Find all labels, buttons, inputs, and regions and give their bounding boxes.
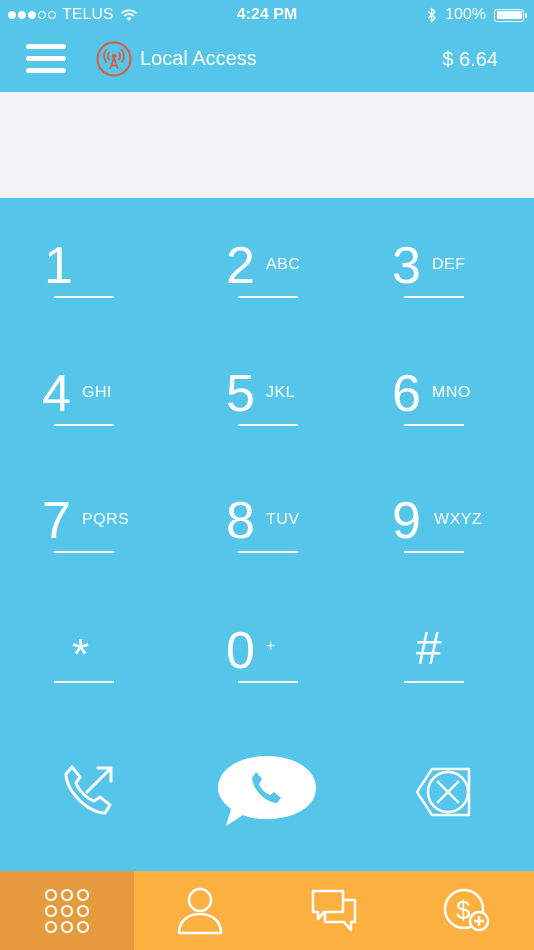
key-8[interactable]: 8 TUV (224, 453, 344, 563)
tab-messages[interactable] (267, 871, 401, 950)
key-letters: PQRS (82, 511, 130, 528)
backspace-icon[interactable] (414, 764, 474, 820)
key-digit: 6 (392, 365, 421, 423)
key-6[interactable]: 6 MNO (390, 326, 510, 436)
key-letters: + (266, 638, 276, 655)
status-bar: TELUS 4:24 PM 100% (0, 0, 534, 30)
key-underline (238, 681, 298, 683)
balance-amount: $ 6.64 (442, 49, 498, 71)
key-underline (54, 424, 114, 426)
key-underline (238, 424, 298, 426)
key-hash[interactable]: # (390, 583, 510, 693)
key-digit: 2 (226, 237, 255, 295)
add-credit-icon: $ (444, 888, 490, 931)
key-5[interactable]: 5 JKL (224, 326, 344, 436)
key-letters: MNO (432, 384, 471, 401)
key-7[interactable]: 7 PQRS (40, 453, 160, 563)
tab-keypad[interactable] (0, 871, 134, 950)
key-letters: ABC (266, 256, 301, 273)
outgoing-call-icon[interactable] (60, 761, 118, 819)
key-9[interactable]: 9 WXYZ (390, 453, 510, 563)
key-letters: WXYZ (434, 511, 483, 528)
key-digit: 9 (392, 492, 421, 550)
status-right: 100% (427, 6, 527, 24)
local-access-button[interactable]: Local Access (96, 41, 257, 77)
broadcast-tower-icon (96, 41, 132, 77)
key-underline (404, 551, 464, 553)
key-digit: 8 (226, 492, 255, 550)
key-underline (404, 681, 464, 683)
key-underline (54, 551, 114, 553)
svg-text:$: $ (456, 895, 471, 925)
key-digit: 1 (44, 237, 73, 295)
key-underline (54, 681, 114, 683)
key-underline (404, 296, 464, 298)
key-letters: DEF (432, 256, 466, 273)
key-underline (404, 424, 464, 426)
key-digit: 0 (226, 622, 255, 680)
key-star[interactable]: * (40, 583, 160, 693)
key-2[interactable]: 2 ABC (224, 198, 344, 308)
battery-icon (494, 8, 527, 22)
messages-icon (311, 889, 356, 931)
key-0[interactable]: 0 + (224, 583, 344, 693)
tab-contacts[interactable] (134, 871, 268, 950)
dial-keypad: 1 2 ABC 3 DEF 4 GHI 5 JKL 6 MNO 7 PQRS 8… (0, 198, 534, 743)
key-digit: 4 (42, 365, 71, 423)
bluetooth-icon (427, 7, 436, 23)
key-3[interactable]: 3 DEF (390, 198, 510, 308)
battery-percent: 100% (445, 6, 486, 23)
key-letters: JKL (266, 384, 296, 401)
keypad-icon (44, 888, 89, 933)
key-letters: TUV (266, 511, 300, 528)
app-header: Local Access $ 6.64 (0, 30, 534, 92)
contacts-icon (178, 887, 223, 934)
key-digit: # (416, 622, 442, 674)
bottom-tab-bar: $ (0, 871, 534, 950)
key-underline (238, 296, 298, 298)
menu-button[interactable] (26, 44, 66, 76)
key-1[interactable]: 1 (40, 198, 160, 308)
key-digit: * (72, 630, 90, 679)
tab-add-credit[interactable]: $ (401, 871, 534, 950)
call-actions (0, 743, 534, 871)
key-digit: 3 (392, 237, 421, 295)
key-digit: 5 (226, 365, 255, 423)
key-digit: 7 (42, 492, 71, 550)
chat-call-icon[interactable] (216, 753, 318, 829)
key-underline (238, 551, 298, 553)
key-letters: GHI (82, 384, 112, 401)
access-label: Local Access (140, 47, 257, 70)
dialed-number-display[interactable] (0, 92, 534, 198)
key-underline (54, 296, 114, 298)
key-4[interactable]: 4 GHI (40, 326, 160, 436)
